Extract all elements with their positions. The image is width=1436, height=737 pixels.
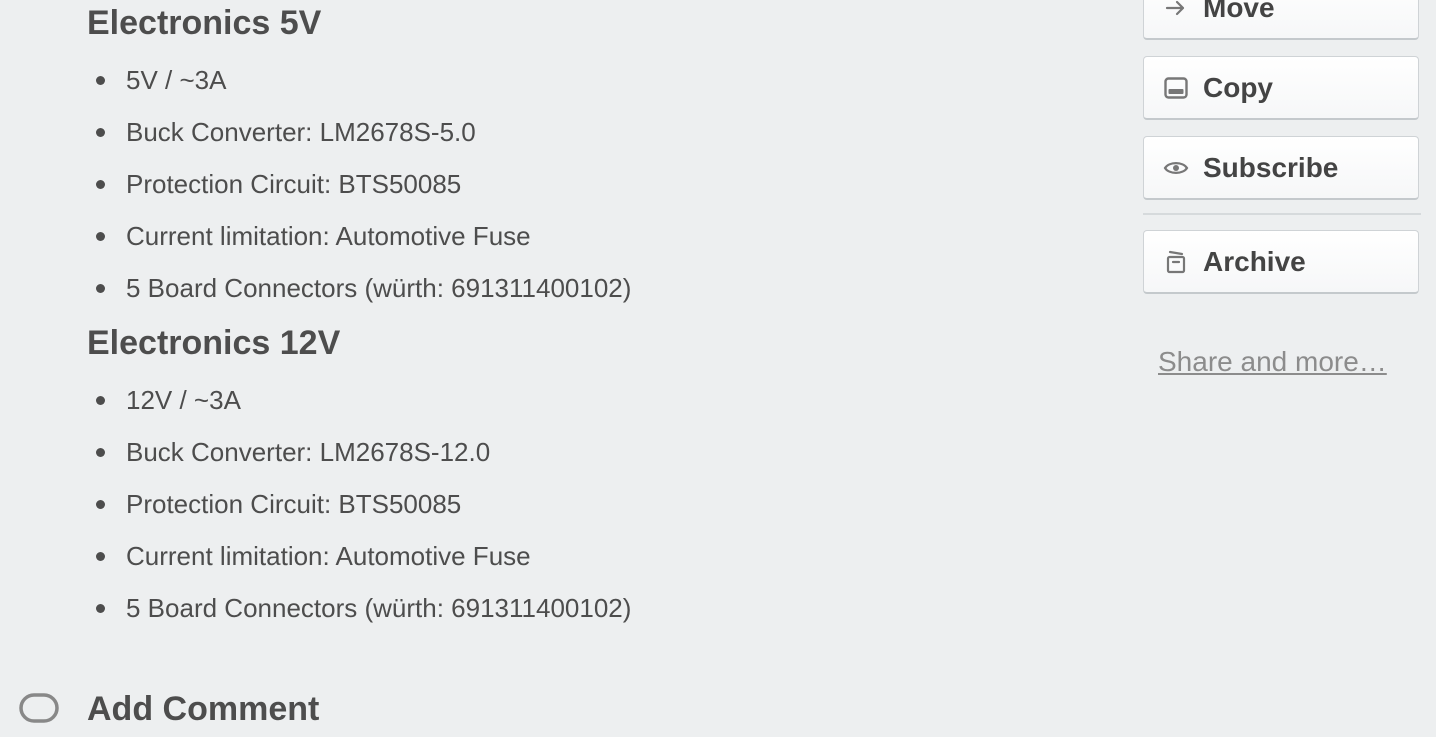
arrow-right-icon [1163, 0, 1189, 21]
archive-button-label: Archive [1203, 245, 1306, 277]
comment-icon [18, 692, 59, 732]
section-heading-12v: Electronics 12V [87, 324, 341, 362]
list-item-text: 12V / ~3A [126, 385, 241, 415]
list-item: 12V / ~3A [87, 374, 631, 426]
bullet-icon [96, 604, 105, 613]
list-item-text: 5V / ~3A [126, 65, 227, 95]
spec-list-12v: 12V / ~3A Buck Converter: LM2678S-12.0 P… [87, 374, 631, 634]
bullet-icon [96, 448, 105, 457]
list-item-text: Protection Circuit: BTS50085 [126, 169, 462, 199]
list-item-text: Buck Converter: LM2678S-5.0 [126, 117, 476, 147]
list-item: Protection Circuit: BTS50085 [87, 158, 631, 210]
list-item-text: Current limitation: Automotive Fuse [126, 221, 531, 251]
copy-button-label: Copy [1203, 71, 1273, 103]
list-item-text: 5 Board Connectors (würth: 691311400102) [126, 593, 632, 623]
sidebar-divider [1143, 213, 1421, 215]
section-heading-5v: Electronics 5V [87, 4, 322, 42]
eye-icon [1163, 155, 1189, 181]
list-item: 5V / ~3A [87, 54, 631, 106]
list-item: Current limitation: Automotive Fuse [87, 210, 631, 262]
archive-icon [1163, 249, 1189, 275]
list-item-text: Buck Converter: LM2678S-12.0 [126, 437, 491, 467]
move-button-label: Move [1203, 0, 1275, 23]
bullet-icon [96, 284, 105, 293]
list-item-text: 5 Board Connectors (würth: 691311400102) [126, 273, 632, 303]
list-item-text: Current limitation: Automotive Fuse [126, 541, 531, 571]
bullet-icon [96, 76, 105, 85]
add-comment-section: Add Comment [0, 688, 700, 728]
bullet-icon [96, 232, 105, 241]
copy-button[interactable]: Copy [1143, 56, 1419, 120]
spec-list-5v: 5V / ~3A Buck Converter: LM2678S-5.0 Pro… [87, 54, 631, 314]
share-and-more-link[interactable]: Share and more… [1158, 346, 1387, 378]
subscribe-button[interactable]: Subscribe [1143, 136, 1419, 200]
list-item: 5 Board Connectors (würth: 691311400102) [87, 262, 631, 314]
list-item-text: Protection Circuit: BTS50085 [126, 489, 462, 519]
bullet-icon [96, 180, 105, 189]
archive-button[interactable]: Archive [1143, 230, 1419, 294]
list-item: Buck Converter: LM2678S-12.0 [87, 426, 631, 478]
bullet-icon [96, 500, 105, 509]
list-item: 5 Board Connectors (würth: 691311400102) [87, 582, 631, 634]
move-button[interactable]: Move [1143, 0, 1419, 40]
list-item: Current limitation: Automotive Fuse [87, 530, 631, 582]
add-comment-title: Add Comment [87, 690, 320, 728]
subscribe-button-label: Subscribe [1203, 151, 1339, 183]
bullet-icon [96, 128, 105, 137]
list-item: Protection Circuit: BTS50085 [87, 478, 631, 530]
bullet-icon [96, 396, 105, 405]
bullet-icon [96, 552, 105, 561]
copy-icon [1163, 75, 1189, 101]
list-item: Buck Converter: LM2678S-5.0 [87, 106, 631, 158]
